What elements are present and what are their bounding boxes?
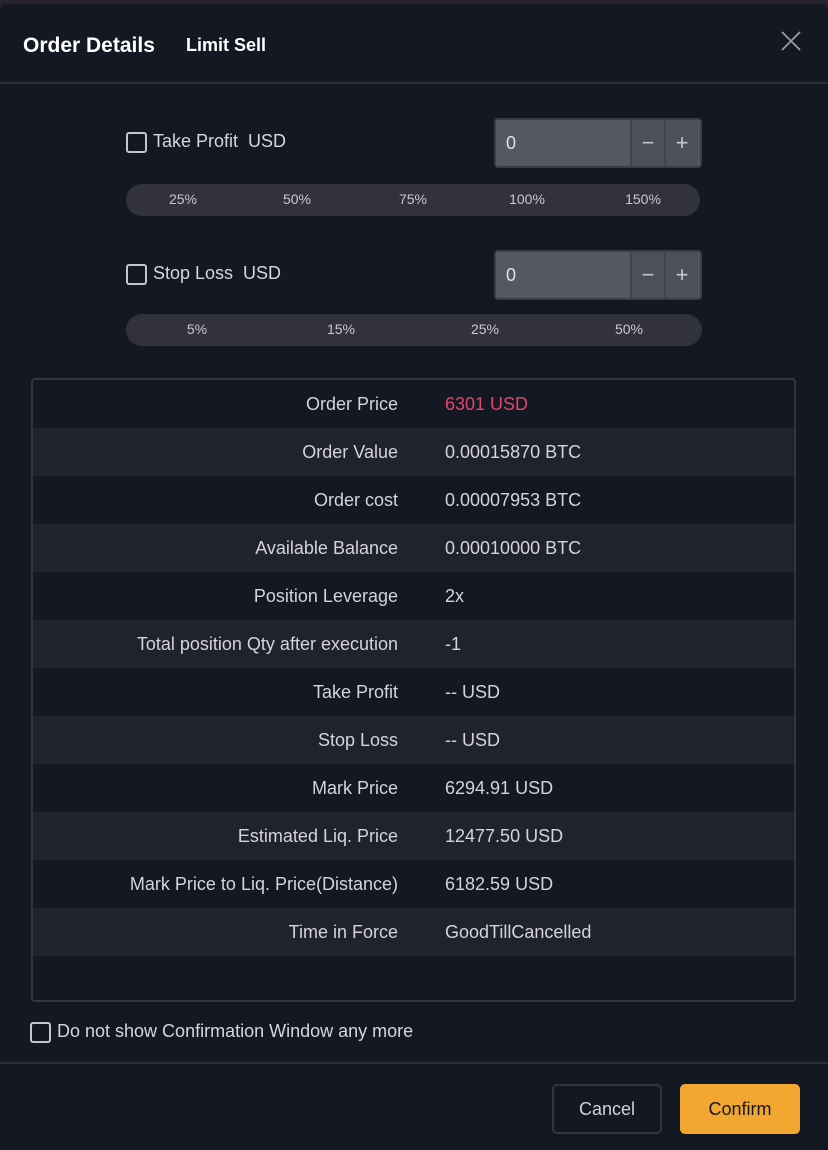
detail-label: Order Value xyxy=(302,442,398,462)
detail-label: Order Price xyxy=(305,394,398,414)
detail-value: 0.00010000 BTC xyxy=(445,538,582,558)
detail-row: Time in Force GoodTillCancelled xyxy=(33,908,794,956)
take-profit-preset-4[interactable]: 150% xyxy=(625,191,661,207)
detail-label: Stop Loss xyxy=(317,730,398,750)
detail-label: Take Profit xyxy=(312,682,398,702)
stop-loss-input[interactable] xyxy=(506,252,626,298)
detail-row: Position Leverage 2x xyxy=(33,572,794,620)
detail-label: Total position Qty after execution xyxy=(136,634,398,654)
detail-value: -- USD xyxy=(445,730,500,750)
dialog-header: Order Details Limit Sell xyxy=(0,4,828,84)
detail-label: Time in Force xyxy=(288,922,398,942)
take-profit-preset-0[interactable]: 25% xyxy=(169,191,197,207)
order-type-label: Limit Sell xyxy=(186,35,267,55)
stop-loss-row: Stop Loss USD − + xyxy=(126,250,702,300)
stop-loss-preset-2[interactable]: 25% xyxy=(471,321,499,337)
stop-loss-increment-button[interactable]: + xyxy=(664,252,698,298)
stop-loss-preset-3[interactable]: 50% xyxy=(615,321,643,337)
footer-divider xyxy=(0,1062,828,1064)
detail-row: Total position Qty after execution -1 xyxy=(33,620,794,668)
take-profit-input[interactable] xyxy=(506,120,626,166)
detail-label: Mark Price xyxy=(311,778,398,798)
stop-loss-preset-1[interactable]: 15% xyxy=(327,321,355,337)
detail-label: Mark Price to Liq. Price(Distance) xyxy=(129,874,398,894)
detail-row: Mark Price 6294.91 USD xyxy=(33,764,794,812)
take-profit-checkbox[interactable] xyxy=(126,132,147,153)
detail-label: Order cost xyxy=(313,490,398,510)
detail-row: Available Balance 0.00010000 BTC xyxy=(33,524,794,572)
detail-row: Stop Loss -- USD xyxy=(33,716,794,764)
take-profit-preset-1[interactable]: 50% xyxy=(283,191,311,207)
take-profit-label: Take Profit USD xyxy=(153,131,287,151)
detail-label: Position Leverage xyxy=(253,586,398,606)
confirm-button[interactable]: Confirm xyxy=(680,1084,800,1134)
take-profit-preset-3[interactable]: 100% xyxy=(509,191,545,207)
detail-row: Order cost 0.00007953 BTC xyxy=(33,476,794,524)
order-details-table: Order Price 6301 USD Order Value 0.00015870… xyxy=(31,378,796,1002)
stop-loss-label: Stop Loss USD xyxy=(153,263,282,283)
stop-loss-preset-0[interactable]: 5% xyxy=(187,321,207,337)
close-icon xyxy=(781,31,801,51)
detail-label: Available Balance xyxy=(255,538,398,558)
detail-value: 6294.91 USD xyxy=(445,778,554,798)
order-details-dialog: Order Details Limit Sell Take Profit USD… xyxy=(0,4,828,1150)
cancel-button[interactable]: Cancel xyxy=(552,1084,662,1134)
detail-row: Estimated Liq. Price 12477.50 USD xyxy=(33,812,794,860)
take-profit-decrement-button[interactable]: − xyxy=(630,120,664,166)
close-button[interactable] xyxy=(780,30,802,52)
detail-value: -1 xyxy=(445,634,462,654)
detail-value: 0.00007953 BTC xyxy=(445,490,582,510)
detail-row: Take Profit -- USD xyxy=(33,668,794,716)
take-profit-stepper: − + xyxy=(494,118,702,168)
dont-show-checkbox[interactable] xyxy=(30,1022,51,1043)
detail-value: 6182.59 USD xyxy=(445,874,554,894)
stop-loss-stepper: − + xyxy=(494,250,702,300)
stop-loss-checkbox[interactable] xyxy=(126,264,147,285)
detail-row: Mark Price to Liq. Price(Distance) 6182.5… xyxy=(33,860,794,908)
take-profit-increment-button[interactable]: + xyxy=(664,120,698,166)
detail-value: 2x xyxy=(445,586,465,606)
stop-loss-decrement-button[interactable]: − xyxy=(630,252,664,298)
detail-value: 6301 USD xyxy=(445,394,529,414)
detail-value: 0.00015870 BTC xyxy=(445,442,582,462)
take-profit-row: Take Profit USD − + xyxy=(126,118,702,168)
detail-value: GoodTillCancelled xyxy=(445,922,592,942)
take-profit-preset-bar: 25% 50% 75% 100% 150% xyxy=(126,184,700,216)
detail-row: Order Price 6301 USD xyxy=(33,380,794,428)
detail-label: Estimated Liq. Price xyxy=(237,826,398,846)
detail-row: Order Value 0.00015870 BTC xyxy=(33,428,794,476)
detail-value: 12477.50 USD xyxy=(445,826,564,846)
take-profit-preset-2[interactable]: 75% xyxy=(399,191,427,207)
stop-loss-preset-bar: 5% 15% 25% 50% xyxy=(126,314,702,346)
dialog-title: Order Details xyxy=(23,34,155,57)
dont-show-label: Do not show Confirmation Window any more xyxy=(57,1021,414,1041)
detail-value: -- USD xyxy=(445,682,500,702)
